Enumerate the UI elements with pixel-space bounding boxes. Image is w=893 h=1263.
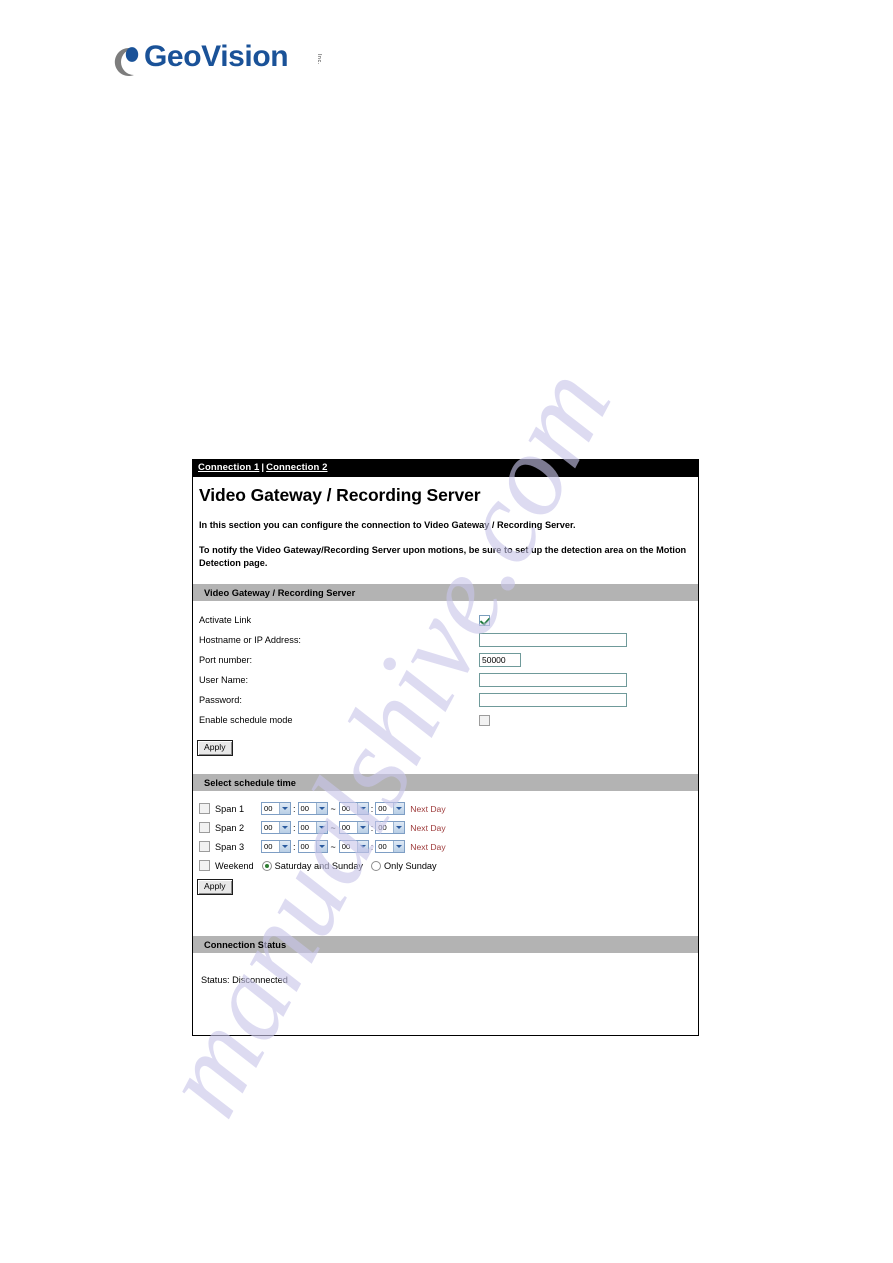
checkbox-span-2[interactable] <box>199 822 210 834</box>
document-page: GeoVision Inc. manualshive.com Connectio… <box>0 0 893 1263</box>
schedule-form: Span 1 00 : 00 ~ 00 : 00 Next Day Span 2… <box>193 791 698 899</box>
select-value: 00 <box>264 804 273 814</box>
label-weekend: Weekend <box>215 860 254 871</box>
select-value: 00 <box>378 804 387 814</box>
form-row-password: Password: <box>193 690 698 710</box>
port-number-input[interactable] <box>479 653 521 668</box>
section-header-server: Video Gateway / Recording Server <box>193 583 698 602</box>
intro-paragraph-1: In this section you can configure the co… <box>199 520 576 530</box>
checkbox-enable-schedule-mode[interactable] <box>479 714 490 726</box>
chevron-down-icon <box>315 822 327 834</box>
geovision-logo: GeoVision Inc. <box>108 40 328 84</box>
schedule-row-span-2: Span 2 00 : 00 ~ 00 : 00 Next Day <box>199 818 698 837</box>
select-span-3-end-hour[interactable]: 00 <box>338 840 369 854</box>
chevron-down-icon <box>356 803 368 815</box>
label-span-1: Span 1 <box>215 803 245 814</box>
form-row-activate-link: Activate Link <box>193 610 698 630</box>
select-span-2-end-hour[interactable]: 00 <box>338 821 369 835</box>
label-saturday-and-sunday: Saturday and Sunday <box>274 860 364 871</box>
section-header-schedule: Select schedule time <box>193 773 698 792</box>
select-value: 00 <box>300 842 309 852</box>
select-span-1-start-hour[interactable]: 00 <box>261 802 291 816</box>
chevron-down-icon <box>393 822 405 834</box>
section-header-status: Connection Status <box>193 935 698 954</box>
connection-tabbar: Connection 1 | Connection 2 <box>193 460 698 477</box>
server-form: Activate Link Hostname or IP Address: Po… <box>193 601 698 757</box>
chevron-down-icon <box>356 822 368 834</box>
form-row-username: User Name: <box>193 670 698 690</box>
label-span-2: Span 2 <box>215 822 245 833</box>
checkbox-span-3[interactable] <box>199 841 210 853</box>
select-span-1-end-minute[interactable]: 00 <box>375 802 406 816</box>
schedule-spacer <box>193 899 698 921</box>
apply-button-server[interactable]: Apply <box>197 740 233 757</box>
label-port-number: Port number: <box>199 655 253 666</box>
select-value: 00 <box>341 804 351 814</box>
next-day-label-span-1: Next Day <box>410 803 446 814</box>
label-span-3: Span 3 <box>215 841 245 852</box>
user-name-input[interactable] <box>479 673 627 688</box>
chevron-down-icon <box>393 803 405 815</box>
apply-button-schedule[interactable]: Apply <box>197 879 233 896</box>
logo-suffix: Inc. <box>316 54 322 65</box>
hostname-input[interactable] <box>479 633 627 648</box>
chevron-down-icon <box>315 841 327 853</box>
form-row-enable-schedule: Enable schedule mode <box>193 710 698 730</box>
tab-connection-2[interactable]: Connection 2 <box>266 462 327 473</box>
page-title: Video Gateway / Recording Server <box>199 485 481 505</box>
checkbox-activate-link[interactable] <box>479 614 490 626</box>
range-separator: ~ <box>330 841 336 852</box>
schedule-row-span-3: Span 3 00 : 00 ~ 00 : 00 Next Day <box>199 837 698 856</box>
panel-body: Video Gateway / Recording Server In this… <box>193 485 698 985</box>
chevron-down-icon <box>279 841 290 853</box>
select-value: 00 <box>300 804 309 814</box>
form-row-port: Port number: <box>193 650 698 670</box>
select-value: 00 <box>341 842 351 852</box>
checkbox-weekend[interactable] <box>199 860 210 872</box>
radio-saturday-and-sunday[interactable] <box>261 860 272 871</box>
select-span-3-start-minute[interactable]: 00 <box>297 840 328 854</box>
range-separator: ~ <box>330 822 336 833</box>
select-span-2-end-minute[interactable]: 00 <box>375 821 406 835</box>
select-span-3-end-minute[interactable]: 00 <box>375 840 406 854</box>
select-span-1-start-minute[interactable]: 00 <box>297 802 328 816</box>
radio-only-sunday[interactable] <box>371 860 382 871</box>
label-password: Password: <box>199 695 242 706</box>
range-separator: ~ <box>330 803 336 814</box>
label-hostname: Hostname or IP Address: <box>199 635 301 646</box>
logo-wordmark: GeoVision <box>144 40 289 73</box>
password-input[interactable] <box>479 693 627 708</box>
next-day-label-span-2: Next Day <box>410 822 446 833</box>
select-value: 00 <box>378 842 387 852</box>
checkbox-span-1[interactable] <box>199 803 210 815</box>
chevron-down-icon <box>393 841 405 853</box>
chevron-down-icon <box>279 822 290 834</box>
chevron-down-icon <box>279 803 290 815</box>
select-value: 00 <box>264 823 273 833</box>
select-value: 00 <box>378 823 387 833</box>
select-value: 00 <box>264 842 273 852</box>
intro-paragraph-2: To notify the Video Gateway/Recording Se… <box>199 545 687 568</box>
select-span-3-start-hour[interactable]: 00 <box>261 840 291 854</box>
geovision-crescent-icon <box>114 47 139 76</box>
connection-status-text: Status: Disconnected <box>201 975 288 986</box>
schedule-row-weekend: Weekend Saturday and Sunday Only Sunday <box>199 856 698 875</box>
select-span-2-start-hour[interactable]: 00 <box>261 821 291 835</box>
tab-connection-1[interactable]: Connection 1 <box>198 462 259 473</box>
next-day-label-span-3: Next Day <box>410 841 446 852</box>
label-user-name: User Name: <box>199 675 249 686</box>
schedule-row-span-1: Span 1 00 : 00 ~ 00 : 00 Next Day <box>199 799 698 818</box>
label-enable-schedule-mode: Enable schedule mode <box>199 715 293 726</box>
label-activate-link: Activate Link <box>199 615 252 626</box>
form-row-hostname: Hostname or IP Address: <box>193 630 698 650</box>
select-span-2-start-minute[interactable]: 00 <box>297 821 328 835</box>
select-value: 00 <box>341 823 351 833</box>
status-area: Status: Disconnected <box>193 953 698 985</box>
select-span-1-end-hour[interactable]: 00 <box>338 802 369 816</box>
label-only-sunday: Only Sunday <box>384 860 437 871</box>
web-config-panel: Connection 1 | Connection 2 Video Gateway … <box>192 459 699 1036</box>
select-value: 00 <box>300 823 309 833</box>
chevron-down-icon <box>356 841 368 853</box>
chevron-down-icon <box>315 803 327 815</box>
